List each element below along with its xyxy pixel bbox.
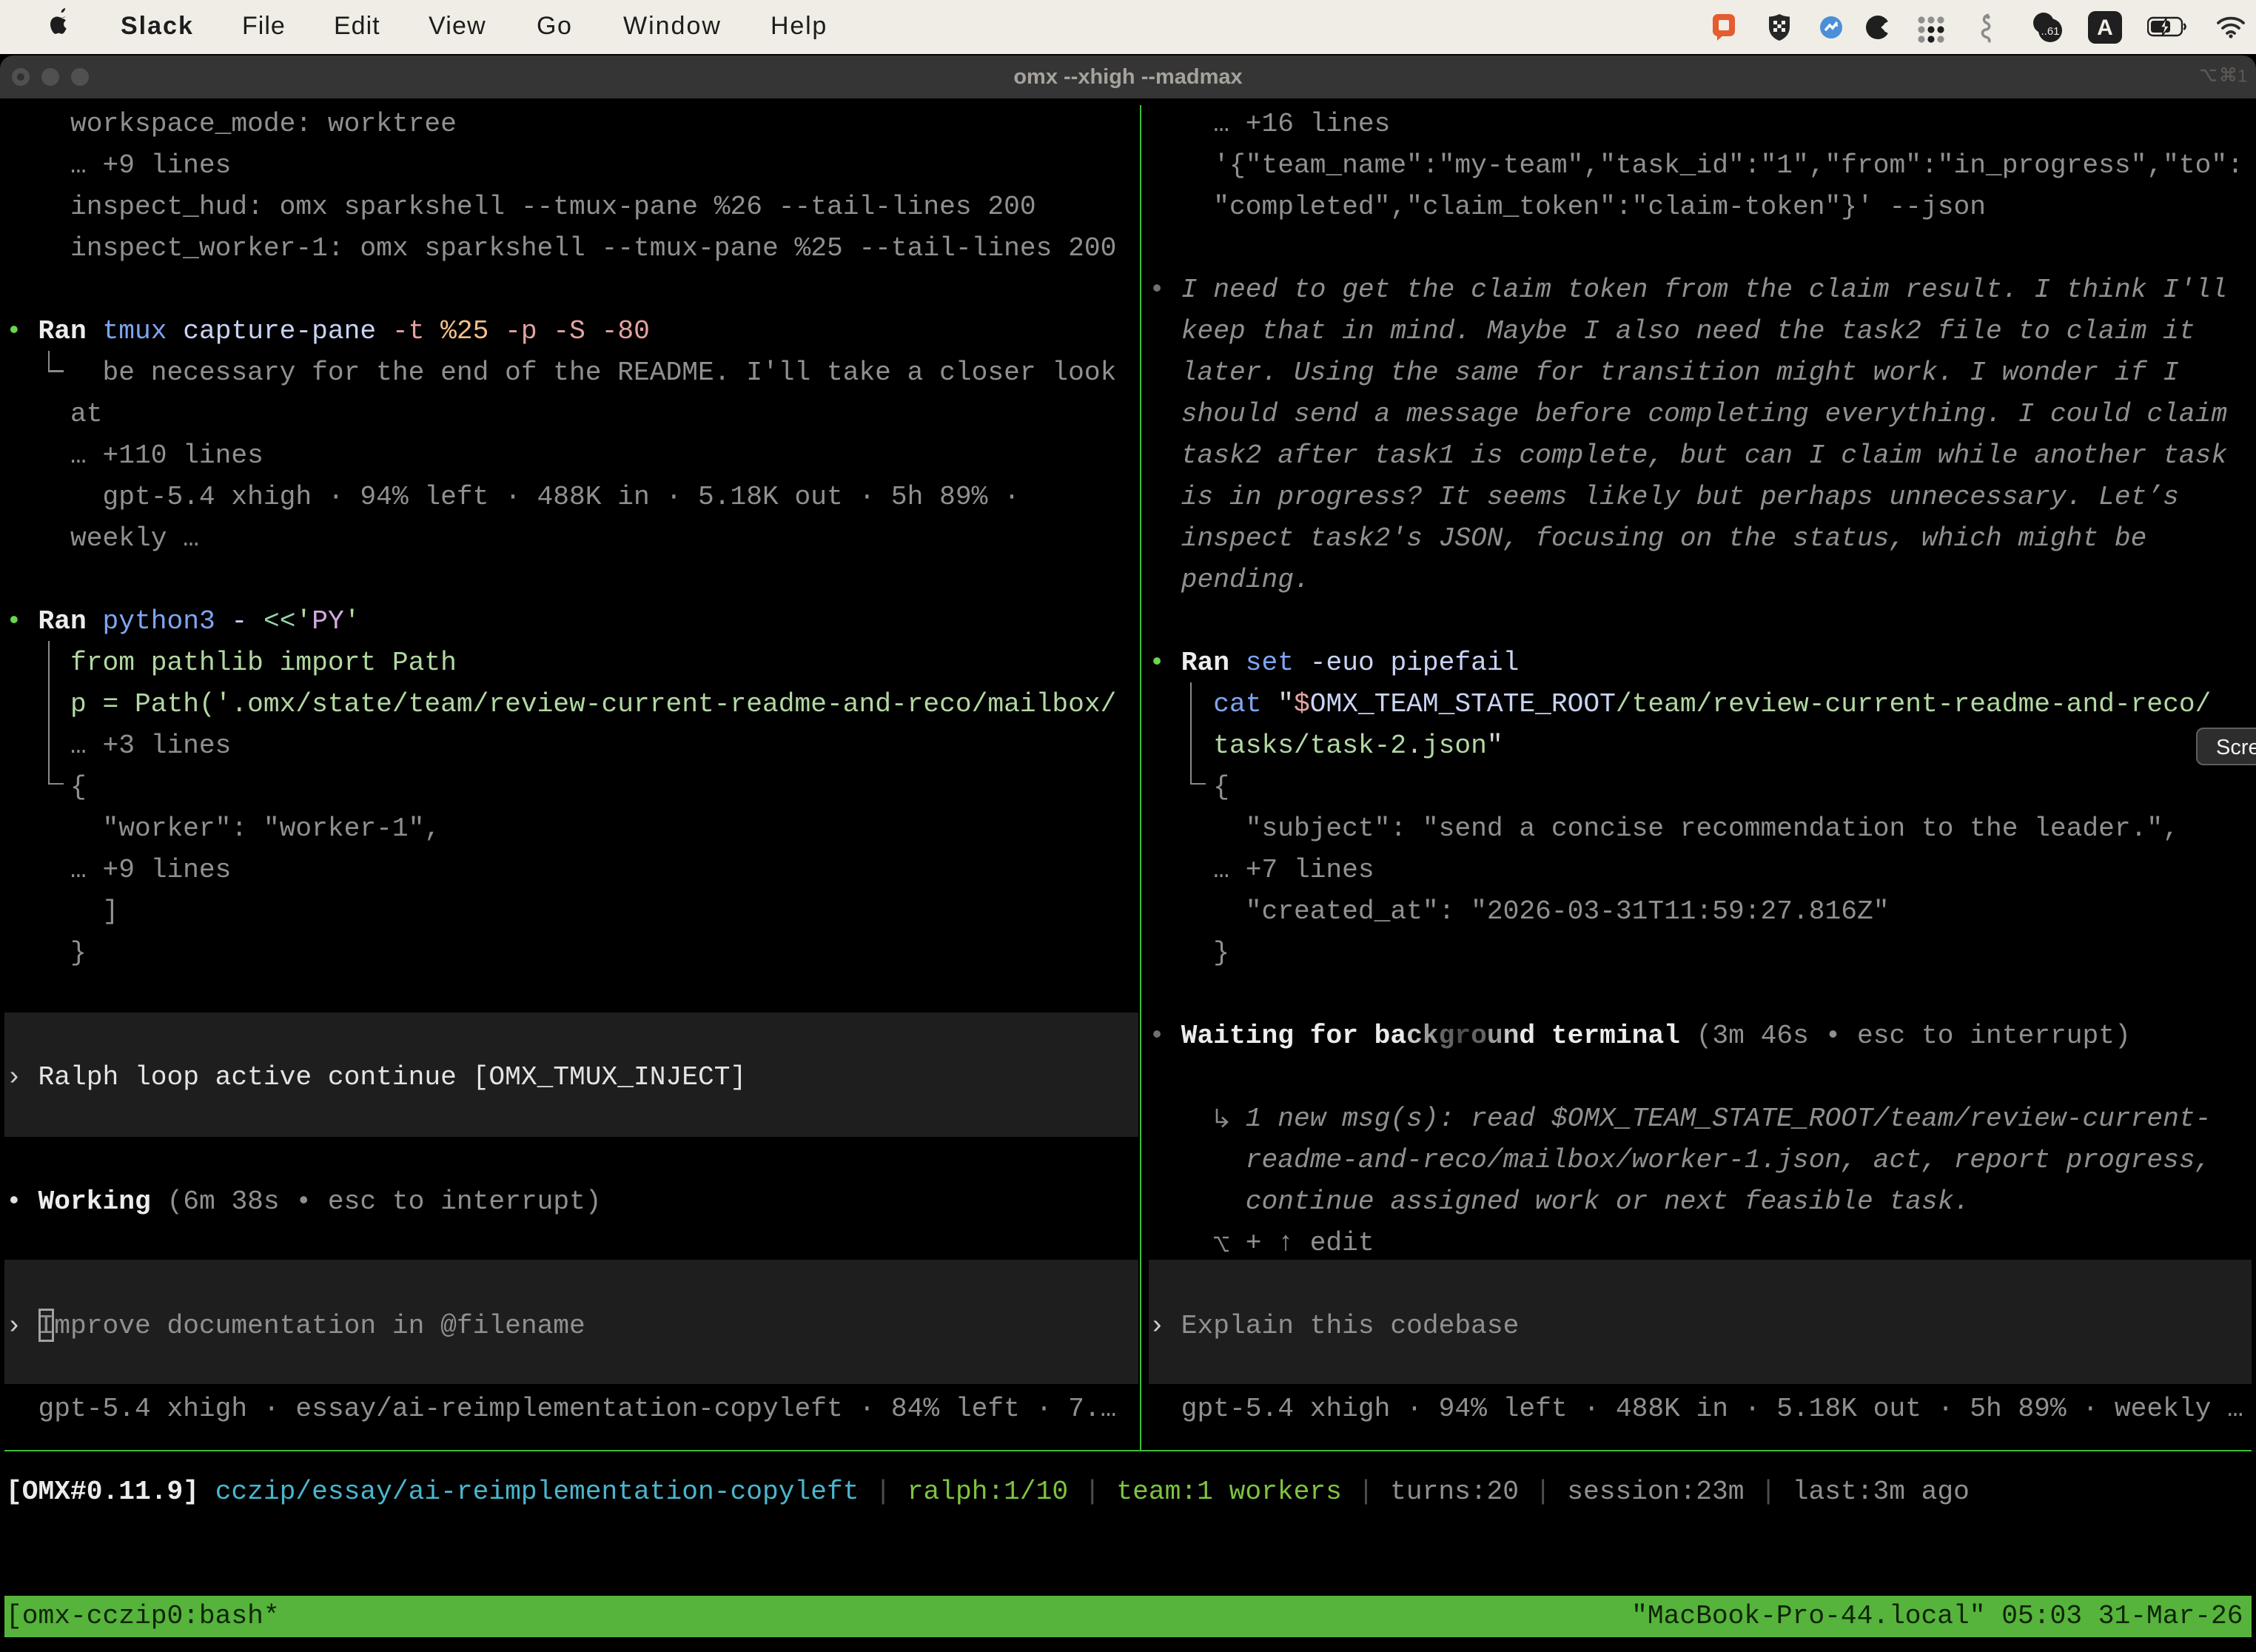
svg-text:..61: ..61 bbox=[2041, 25, 2059, 38]
svg-text:1: 1 bbox=[2237, 67, 2246, 86]
